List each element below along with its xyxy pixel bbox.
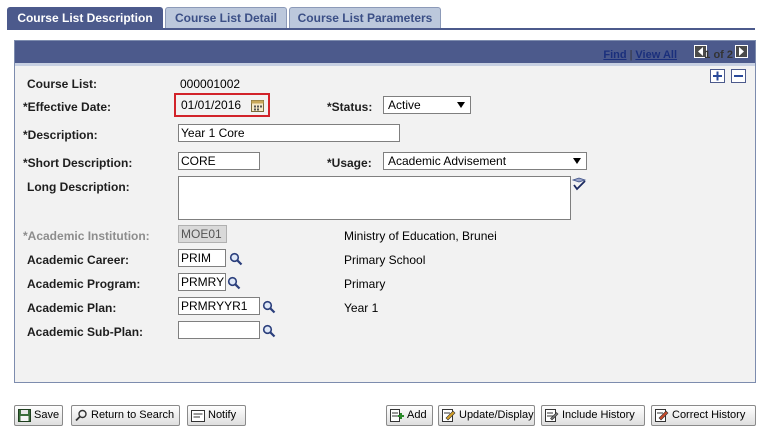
chevron-down-icon xyxy=(573,158,581,164)
include-history-icon xyxy=(545,409,559,422)
usage-selected-value: Academic Advisement xyxy=(388,154,507,168)
update-display-label: Update/Display xyxy=(459,409,534,421)
find-link[interactable]: Find xyxy=(603,49,626,61)
career-label: Academic Career: xyxy=(27,253,130,267)
short-description-input[interactable]: CORE xyxy=(178,152,260,170)
usage-select[interactable]: Academic Advisement xyxy=(383,152,587,170)
institution-input: MOE01 xyxy=(178,225,227,243)
tab-label: Course List Detail xyxy=(174,11,278,25)
career-input[interactable]: PRIM xyxy=(178,249,226,267)
status-label: *Status: xyxy=(327,100,373,114)
institution-description: Ministry of Education, Brunei xyxy=(344,229,497,243)
correct-history-icon xyxy=(655,409,669,422)
tab-bar: Course List Description Course List Deta… xyxy=(7,7,755,29)
lookup-icon[interactable] xyxy=(227,276,241,293)
effective-date-label: *Effective Date: xyxy=(23,100,112,114)
update-display-icon xyxy=(442,409,456,422)
notify-label: Notify xyxy=(208,409,237,421)
program-label: Academic Program: xyxy=(27,277,141,291)
plan-description: Year 1 xyxy=(344,301,379,315)
long-description-textarea[interactable] xyxy=(178,176,571,220)
description-input[interactable]: Year 1 Core xyxy=(178,124,400,142)
save-icon xyxy=(18,409,31,422)
tab-course-list-detail[interactable]: Course List Detail xyxy=(165,7,287,29)
delete-row-icon[interactable] xyxy=(731,69,746,83)
notify-button[interactable]: Notify xyxy=(187,405,246,426)
plan-input[interactable]: PRMRYYR1 xyxy=(178,297,260,315)
next-row-icon[interactable] xyxy=(735,45,748,58)
view-all-link[interactable]: View All xyxy=(635,49,677,61)
description-label: *Description: xyxy=(23,128,98,142)
subplan-label: Academic Sub-Plan: xyxy=(27,325,144,339)
institution-label: *Academic Institution: xyxy=(23,229,150,243)
row-count: 1 of 2 xyxy=(704,49,733,61)
course-list-value: 000001002 xyxy=(180,77,241,91)
tab-underline xyxy=(7,28,755,30)
plan-label: Academic Plan: xyxy=(27,301,117,315)
search-icon xyxy=(75,409,87,422)
chevron-down-icon xyxy=(457,102,465,108)
long-description-label: Long Description: xyxy=(27,180,130,194)
tab-label: Course List Parameters xyxy=(297,11,433,25)
lookup-icon[interactable] xyxy=(229,252,243,269)
effective-date-input[interactable]: 01/01/2016 xyxy=(178,96,250,114)
panel-header-stripe xyxy=(15,63,755,66)
include-history-button[interactable]: Include History xyxy=(541,405,645,426)
find-view-links: Find | View All xyxy=(603,49,677,61)
add-label: Add xyxy=(407,409,427,421)
save-label: Save xyxy=(34,409,60,421)
usage-label: *Usage: xyxy=(327,156,372,170)
short-description-label: *Short Description: xyxy=(23,156,133,170)
status-selected-value: Active xyxy=(388,98,421,112)
correct-history-label: Correct History xyxy=(672,409,746,421)
update-display-button[interactable]: Update/Display xyxy=(438,405,535,426)
add-row-icon[interactable] xyxy=(710,69,725,83)
lookup-icon[interactable] xyxy=(262,324,276,341)
lookup-icon[interactable] xyxy=(262,300,276,317)
tab-course-list-description[interactable]: Course List Description xyxy=(7,7,163,29)
course-list-label: Course List: xyxy=(27,77,98,91)
add-icon xyxy=(390,409,404,422)
add-button[interactable]: Add xyxy=(386,405,433,426)
program-description: Primary xyxy=(344,277,386,291)
status-select[interactable]: Active xyxy=(383,96,471,114)
tab-course-list-parameters[interactable]: Course List Parameters xyxy=(289,7,441,29)
include-history-label: Include History xyxy=(562,409,635,421)
calendar-icon[interactable] xyxy=(251,99,264,115)
program-input[interactable]: PRMRY xyxy=(178,273,226,291)
career-description: Primary School xyxy=(344,253,426,267)
spellcheck-icon[interactable] xyxy=(571,177,587,194)
tab-label: Course List Description xyxy=(17,11,153,25)
return-to-search-button[interactable]: Return to Search xyxy=(71,405,180,426)
correct-history-button[interactable]: Correct History xyxy=(651,405,756,426)
subplan-input[interactable] xyxy=(178,321,260,339)
notify-icon xyxy=(191,409,205,422)
return-to-search-label: Return to Search xyxy=(91,409,175,421)
save-button[interactable]: Save xyxy=(14,405,63,426)
